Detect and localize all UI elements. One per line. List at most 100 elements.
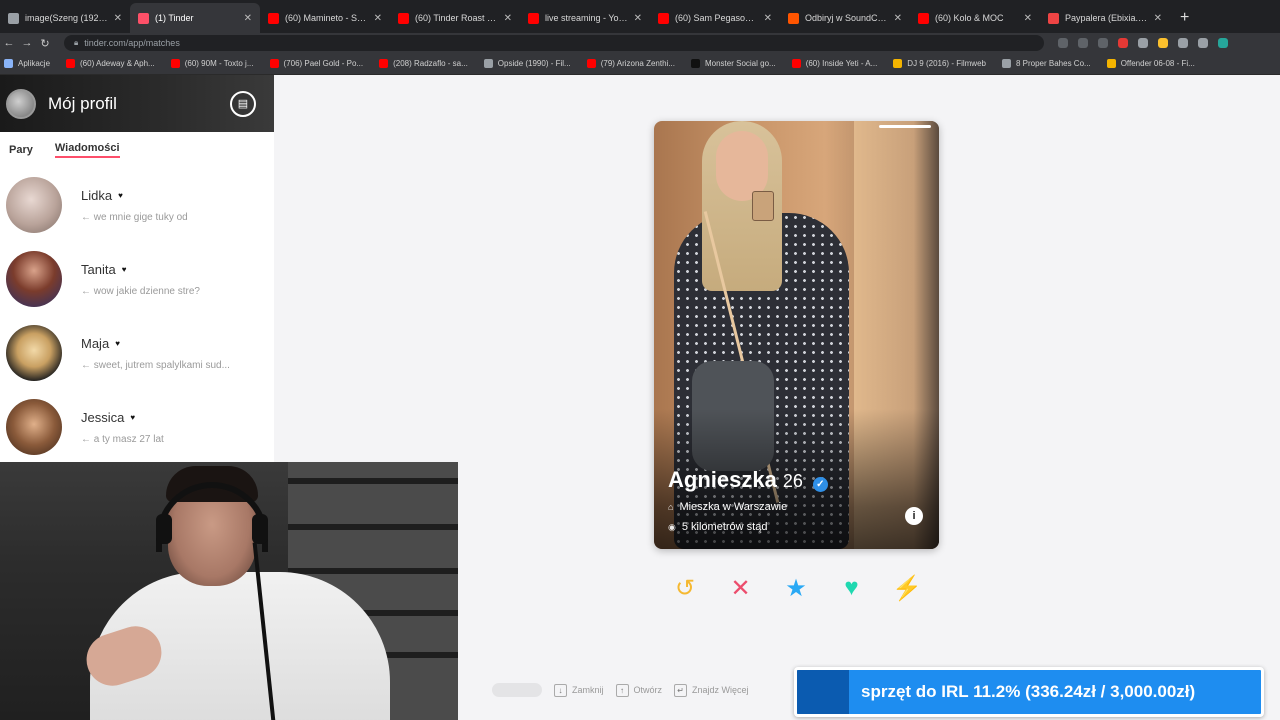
goal-progress-fill xyxy=(797,670,849,714)
bookmark-label: (208) Radzaflo - sa... xyxy=(393,59,468,68)
briefcase-icon[interactable]: ▤ xyxy=(230,90,256,117)
bookmark-item[interactable]: (60) Inside Yeti - A... xyxy=(791,59,878,68)
browser-tab[interactable]: (60) Sam Pegasos - D... ✕ xyxy=(650,3,780,33)
list-item[interactable]: Lidka ♥ ← we mnie gige tuky od xyxy=(0,168,274,242)
bookmark-item[interactable]: 8 Proper Bahes Co... xyxy=(1001,59,1091,68)
close-icon[interactable]: ✕ xyxy=(764,13,772,24)
bookmark-label: (60) Inside Yeti - A... xyxy=(805,59,878,68)
webcam-overlay xyxy=(0,462,458,720)
nope-button[interactable]: ✕ xyxy=(724,572,758,604)
bookmark-favicon-icon xyxy=(4,59,13,68)
bookmark-favicon-icon xyxy=(379,59,389,68)
avatar xyxy=(6,251,62,307)
tab-label: Odbiryj w SoundCloud xyxy=(805,13,888,23)
rewind-button[interactable]: ↺ xyxy=(668,572,702,604)
address-bar[interactable]: 🔒︎ tinder.com/app/matches xyxy=(64,35,1044,51)
list-item[interactable]: Maja ♥ ← sweet, jutrem spalylkami sud... xyxy=(0,316,274,390)
bookmark-label: 8 Proper Bahes Co... xyxy=(1015,59,1091,68)
reload-icon[interactable]: ↻ xyxy=(36,37,54,50)
donation-goal-bar: sprzęt do IRL 11.2% (336.24zł / 3,000.00… xyxy=(794,667,1264,717)
close-icon[interactable]: ✕ xyxy=(1154,13,1162,24)
close-icon[interactable]: ✕ xyxy=(504,13,512,24)
bookmark-favicon-icon xyxy=(690,59,700,68)
bookmark-label: Opside (1990) - Fil... xyxy=(497,59,571,68)
new-tab-button[interactable]: + xyxy=(1170,3,1199,33)
close-icon[interactable]: ✕ xyxy=(374,13,382,24)
photo-indicator xyxy=(879,125,931,128)
match-name: Jessica xyxy=(81,409,125,425)
hint-pill[interactable] xyxy=(492,683,542,697)
browser-tab[interactable]: (60) Mamineto - Sweet... ✕ xyxy=(260,3,390,33)
profile-card[interactable]: Agnieszka 26 ✓ ⌂ Mieszka w Warszawie ◉ 5… xyxy=(654,121,939,549)
heart-icon: ♥ xyxy=(118,190,123,200)
extension-icon[interactable] xyxy=(1098,38,1108,48)
info-icon[interactable]: i xyxy=(905,507,923,525)
profile-header[interactable]: Mój profil ▤ xyxy=(0,75,274,132)
list-item[interactable]: Jessica ♥ ← a ty masz 27 lat xyxy=(0,390,274,464)
profile-title[interactable]: Mój profil xyxy=(48,94,230,114)
bookmark-item[interactable]: (706) Pael Gold - Po... xyxy=(269,59,364,68)
close-icon[interactable]: ✕ xyxy=(244,13,252,24)
tab-matches[interactable]: Pary xyxy=(9,144,33,156)
browser-tab[interactable]: Odbiryj w SoundCloud ✕ xyxy=(780,3,910,33)
bookmark-item[interactable]: Aplikacje xyxy=(4,59,50,68)
bookmark-item[interactable]: DJ 9 (2016) - Filmweb xyxy=(893,59,986,68)
close-icon[interactable]: ✕ xyxy=(114,13,122,24)
browser-tab[interactable]: (60) Kolo & MOC ✕ xyxy=(910,3,1040,33)
avatar xyxy=(6,177,62,233)
like-button[interactable]: ♥ xyxy=(835,572,869,604)
avatar[interactable] xyxy=(6,88,36,119)
bookmark-label: (706) Pael Gold - Po... xyxy=(283,59,364,68)
tab-messages[interactable]: Wiadomości xyxy=(54,142,120,158)
matches-sidebar: Mój profil ▤ Pary Wiadomości Lidka ♥ ← we… xyxy=(0,75,274,462)
browser-tab[interactable]: (1) Tinder ✕ xyxy=(130,3,260,33)
bookmark-item[interactable]: (79) Arizona Zenthi... xyxy=(586,59,675,68)
tab-label: (60) Sam Pegasos - D... xyxy=(675,13,758,23)
background-slat xyxy=(288,524,458,530)
browser-tab[interactable]: (60) Tinder Roast Mo... ✕ xyxy=(390,3,520,33)
profile-icon[interactable] xyxy=(1218,38,1228,48)
match-name: Maja xyxy=(81,335,110,351)
tab-label: (1) Tinder xyxy=(155,13,194,23)
extension-icon[interactable] xyxy=(1078,38,1088,48)
bookmark-favicon-icon xyxy=(1001,59,1011,68)
profile-name: Agnieszka xyxy=(668,467,777,492)
extension-icon[interactable] xyxy=(1058,38,1068,48)
tab-label: (60) Mamineto - Sweet... xyxy=(285,13,368,23)
bookmark-item[interactable]: Offender 06-08 - Fi... xyxy=(1106,59,1195,68)
close-icon[interactable]: ✕ xyxy=(894,13,902,24)
extension-icon[interactable] xyxy=(1158,38,1168,48)
forward-icon[interactable]: → xyxy=(18,37,36,49)
tab-label: (60) Kolo & MOC xyxy=(935,13,1004,23)
bookmark-item[interactable]: Monster Social go... xyxy=(690,59,776,68)
browser-tab[interactable]: live streaming - YouT... ✕ xyxy=(520,3,650,33)
bookmark-item[interactable]: (60) 90M - Toxto j... xyxy=(170,59,254,68)
extension-icon[interactable] xyxy=(1138,38,1148,48)
avatar xyxy=(6,399,62,455)
back-icon[interactable]: ← xyxy=(0,37,18,49)
list-item[interactable]: Tanita ♥ ← wow jakie dzienne stre? xyxy=(0,242,274,316)
browser-tab[interactable]: image(Szeng (1920x50... ✕ xyxy=(0,3,130,33)
tab-favicon-icon xyxy=(528,12,539,24)
enter-icon: ↵ xyxy=(674,683,688,697)
bookmark-item[interactable]: (208) Radzaflo - sa... xyxy=(379,59,468,68)
super-like-button[interactable]: ★ xyxy=(779,572,813,604)
boost-button[interactable]: ⚡ xyxy=(890,572,924,604)
bookmark-item[interactable]: (60) Adeway & Aph... xyxy=(66,59,155,68)
bookmark-item[interactable]: Opside (1990) - Fil... xyxy=(483,59,571,68)
close-icon[interactable]: ✕ xyxy=(634,13,642,24)
bookmark-label: (79) Arizona Zenthi... xyxy=(600,59,675,68)
hint-find-more: ↵ Znajdz Więcej xyxy=(674,683,749,697)
bookmark-label: Offender 06-08 - Fi... xyxy=(1120,59,1195,68)
location-icon: ◉ xyxy=(668,521,676,532)
profile-location: Mieszka w Warszawie xyxy=(679,501,788,513)
tab-label: image(Szeng (1920x50... xyxy=(25,13,108,23)
extension-icon[interactable] xyxy=(1118,38,1128,48)
browser-tab[interactable]: Paypalera (Ebixia...) + ✕ xyxy=(1040,3,1170,33)
bookmark-favicon-icon xyxy=(269,59,279,68)
match-name: Tanita xyxy=(81,261,116,277)
hint-open: ↑ Otwórz xyxy=(615,683,662,697)
extension-icon[interactable] xyxy=(1178,38,1188,48)
close-icon[interactable]: ✕ xyxy=(1024,13,1032,24)
extension-icon[interactable] xyxy=(1198,38,1208,48)
